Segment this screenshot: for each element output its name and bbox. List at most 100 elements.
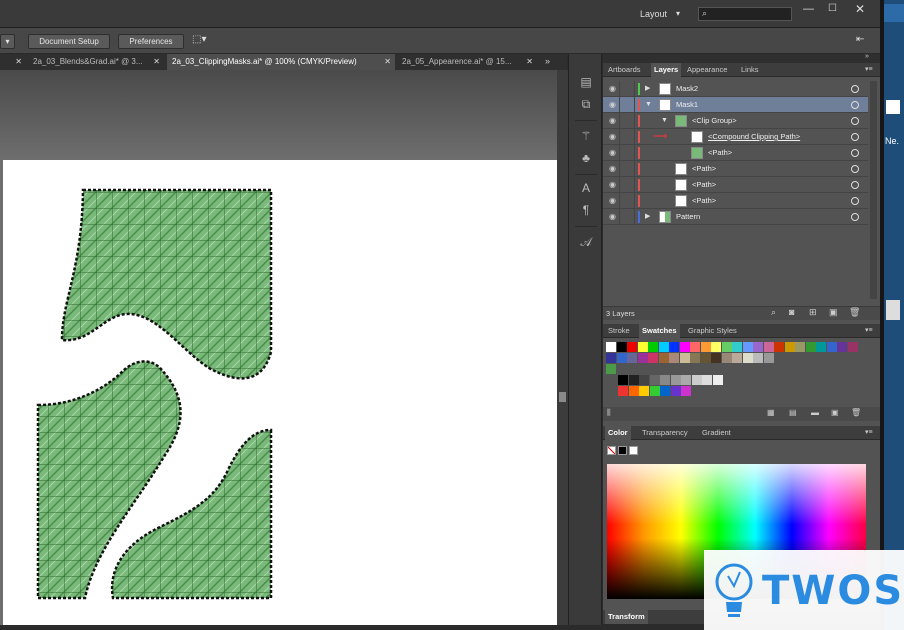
tab-swatches[interactable]: Swatches [639, 324, 680, 338]
color-swatch[interactable] [606, 342, 616, 352]
layer-row-mask1[interactable]: ◉ ▼ Mask1 [603, 97, 868, 113]
visibility-eye-icon[interactable]: ◉ [606, 81, 620, 97]
tab-color[interactable]: Color [605, 426, 631, 440]
visibility-eye-icon[interactable]: ◉ [606, 161, 620, 177]
color-swatch[interactable] [732, 342, 742, 352]
color-swatch[interactable] [702, 375, 712, 385]
color-swatch[interactable] [732, 353, 742, 363]
color-swatch[interactable] [648, 342, 658, 352]
color-swatch[interactable] [639, 386, 649, 396]
visibility-eye-icon[interactable]: ◉ [606, 177, 620, 193]
color-swatch[interactable] [721, 353, 732, 363]
color-swatch[interactable] [679, 342, 690, 352]
panel-menu-icon[interactable]: ▾≡ [865, 326, 873, 334]
visibility-eye-icon[interactable]: ◉ [606, 145, 620, 161]
black-swatch[interactable] [618, 446, 627, 455]
make-clipping-mask-icon[interactable]: ◙ [789, 307, 794, 317]
tab-stroke[interactable]: Stroke [605, 324, 633, 338]
new-color-group-icon[interactable]: ▬ [811, 408, 819, 417]
color-swatch[interactable] [616, 353, 627, 363]
visibility-eye-icon[interactable]: ◉ [606, 129, 620, 145]
visibility-eye-icon[interactable]: ◉ [606, 193, 620, 209]
color-swatch[interactable] [690, 353, 700, 363]
color-swatch[interactable] [637, 342, 648, 352]
color-swatch[interactable] [721, 342, 732, 352]
color-swatch[interactable] [784, 342, 795, 352]
layer-row-pattern[interactable]: ◉ ▶ Pattern [603, 209, 868, 225]
color-swatch[interactable] [742, 342, 753, 352]
target-circle[interactable] [851, 101, 859, 109]
color-swatch[interactable] [658, 353, 669, 363]
minimize-button[interactable]: — [803, 3, 814, 15]
brushes-icon[interactable]: ⚚ [577, 128, 595, 144]
transform-icon[interactable]: ⧉ [577, 96, 595, 112]
color-swatch[interactable] [639, 375, 649, 385]
color-swatch[interactable] [681, 386, 691, 396]
color-swatch[interactable] [700, 353, 711, 363]
tab-layers[interactable]: Layers [651, 63, 682, 77]
color-swatch[interactable] [649, 375, 660, 385]
panel-menu-icon[interactable]: ▾≡ [865, 428, 873, 436]
close-button[interactable]: ✕ [855, 2, 865, 16]
layer-row-path[interactable]: ◉ <Path> [603, 193, 868, 209]
target-circle[interactable] [851, 149, 859, 157]
color-swatch[interactable] [774, 342, 784, 352]
color-swatch[interactable] [660, 375, 670, 385]
color-swatch[interactable] [847, 342, 858, 352]
color-chips[interactable] [607, 446, 638, 456]
layer-row-path[interactable]: ◉ <Path> [603, 177, 868, 193]
tab-gradient[interactable]: Gradient [699, 426, 734, 440]
tab-graphic-styles[interactable]: Graphic Styles [685, 324, 740, 338]
layers-scrollbar[interactable] [870, 81, 877, 299]
color-swatch[interactable] [660, 386, 670, 396]
color-swatch[interactable] [753, 342, 763, 352]
locate-object-icon[interactable]: ⌕ [771, 307, 776, 318]
target-circle[interactable] [851, 165, 859, 173]
color-swatch[interactable] [691, 375, 702, 385]
scrollbar-thumb[interactable] [559, 392, 566, 402]
workspace-switcher[interactable]: Layout [640, 9, 667, 19]
target-circle[interactable] [851, 117, 859, 125]
opentype-icon[interactable]: 𝒜 [577, 234, 595, 250]
tab-links[interactable]: Links [738, 63, 762, 77]
color-swatch[interactable] [606, 364, 616, 374]
color-swatch[interactable] [627, 353, 637, 363]
color-swatch[interactable] [648, 353, 658, 363]
maximize-button[interactable]: ☐ [828, 3, 837, 14]
panel-menu-icon[interactable]: ▾≡ [865, 65, 873, 73]
expand-triangle-icon[interactable]: ▶ [645, 209, 650, 225]
color-swatch[interactable] [711, 353, 721, 363]
layer-row-path[interactable]: ◉ <Path> [603, 145, 868, 161]
color-swatch[interactable] [837, 342, 847, 352]
clipped-artwork[interactable] [0, 0, 568, 630]
delete-layer-icon[interactable]: 🗑 [849, 307, 860, 318]
layer-row-path[interactable]: ◉ <Path> [603, 161, 868, 177]
color-swatch[interactable] [805, 342, 816, 352]
target-circle[interactable] [851, 197, 859, 205]
layer-row-clip-group[interactable]: ◉ ▼ <Clip Group> [603, 113, 868, 129]
swatch-kind-icon[interactable]: ▦ [767, 408, 775, 417]
color-swatch[interactable] [712, 375, 723, 385]
color-swatch[interactable] [711, 342, 721, 352]
color-swatch[interactable] [795, 342, 805, 352]
target-circle[interactable] [851, 213, 859, 221]
target-circle[interactable] [851, 181, 859, 189]
swatch-options-icon[interactable]: ▤ [789, 408, 797, 417]
color-swatch[interactable] [627, 342, 637, 352]
white-swatch[interactable] [629, 446, 638, 455]
tab-artboards[interactable]: Artboards [605, 63, 644, 77]
expand-triangle-icon[interactable]: ▶ [645, 81, 650, 97]
color-swatch[interactable] [658, 342, 669, 352]
search-input[interactable]: ⌕ [698, 7, 792, 21]
color-swatch[interactable] [670, 375, 681, 385]
color-swatch[interactable] [628, 386, 639, 396]
visibility-eye-icon[interactable]: ◉ [606, 97, 620, 113]
layer-row-compound-clipping-path[interactable]: ◉ ⟶ <Compound Clipping Path> [603, 129, 868, 145]
new-sublayer-icon[interactable]: ⊞ [809, 307, 817, 318]
color-swatch[interactable] [763, 342, 774, 352]
collapse-triangle-icon[interactable]: ▼ [645, 97, 652, 113]
vertical-scrollbar[interactable] [557, 70, 568, 625]
color-swatch[interactable] [628, 375, 639, 385]
color-swatch[interactable] [679, 353, 690, 363]
swatch-grid[interactable] [606, 342, 868, 400]
